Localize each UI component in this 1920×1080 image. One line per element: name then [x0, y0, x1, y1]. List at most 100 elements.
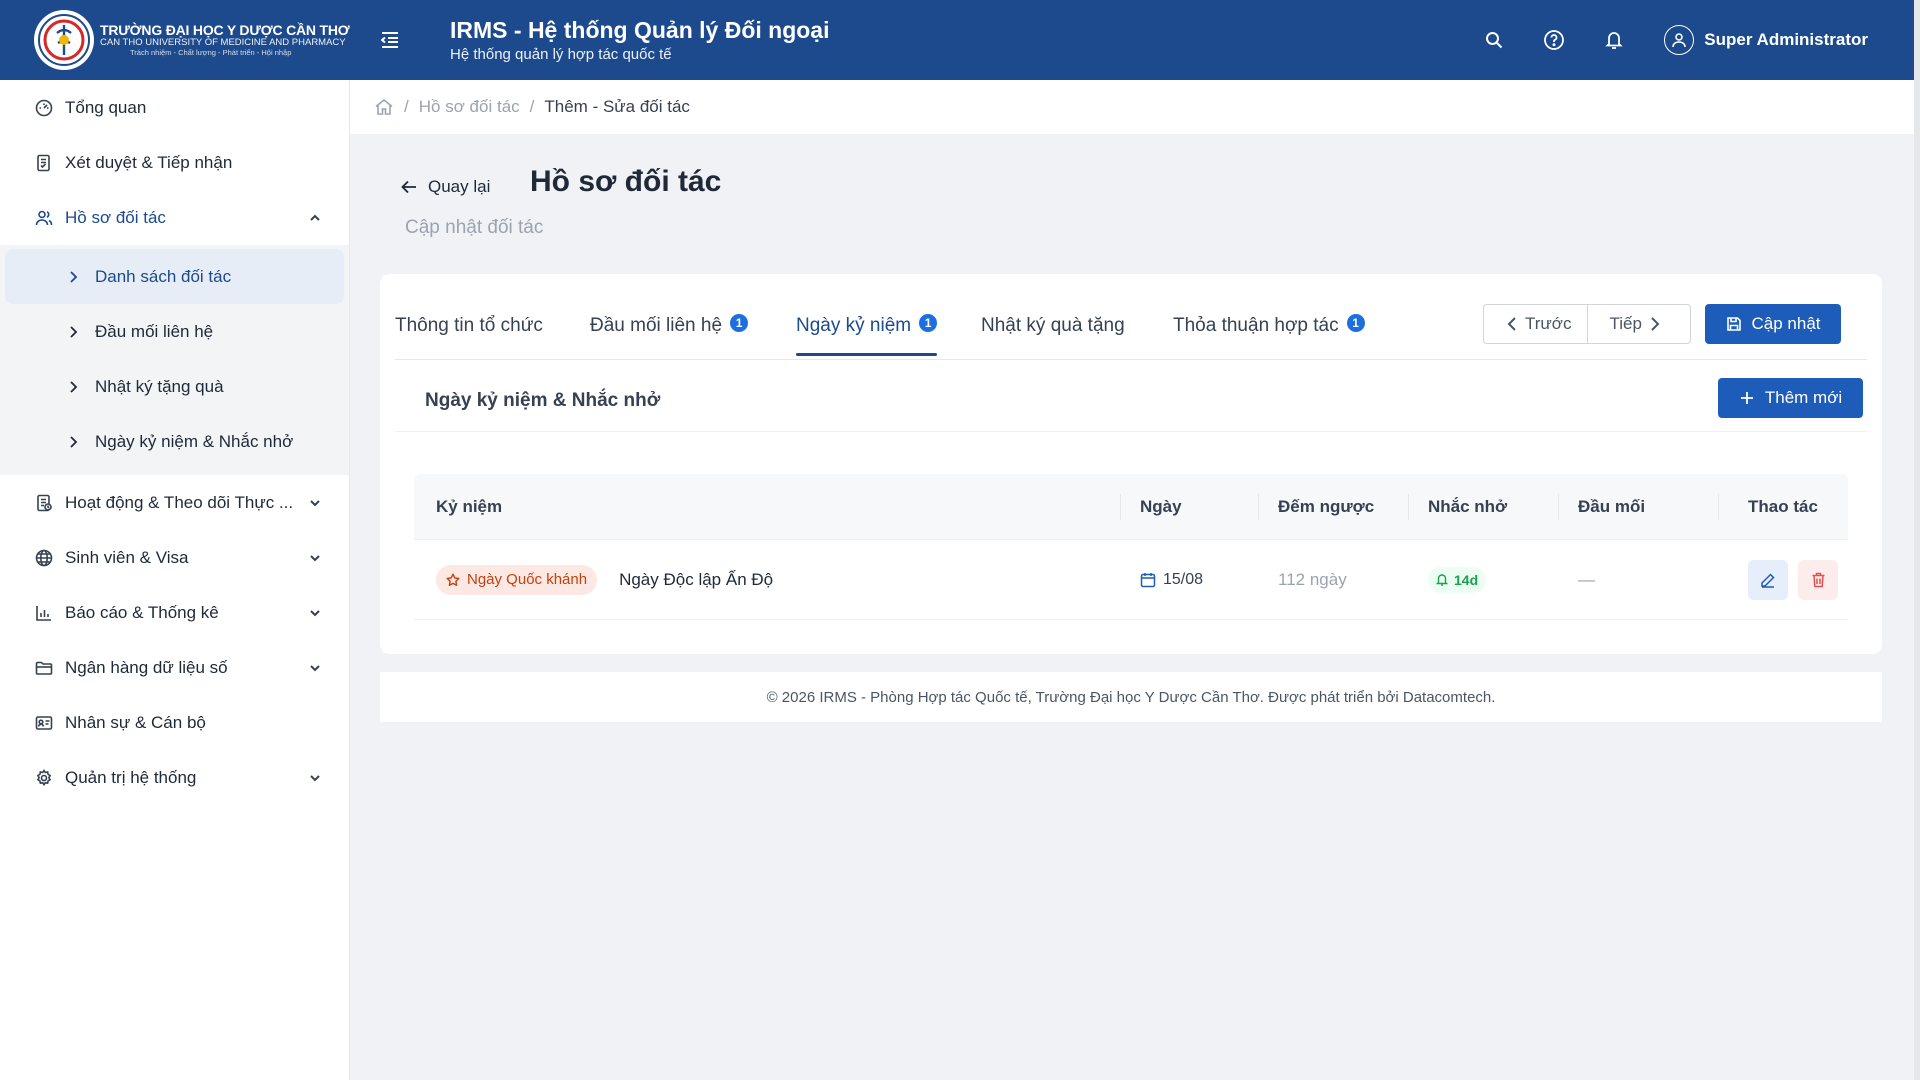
next-button[interactable]: Tiếp — [1586, 305, 1691, 343]
sidebar: Tổng quan Xét duyệt & Tiếp nhận Hồ sơ đố… — [0, 80, 350, 1080]
edit-button[interactable] — [1748, 559, 1788, 600]
tab-anniversaries[interactable]: Ngày kỷ niệm 1 — [796, 310, 938, 356]
partners-submenu: Danh sách đối tác Đầu mối liên hệ Nhật k… — [0, 245, 349, 475]
sidebar-item-activities[interactable]: Hoạt động & Theo dõi Thực ... — [0, 475, 349, 530]
bell-icon — [1436, 574, 1448, 586]
page-scrollbar[interactable] — [1914, 0, 1920, 1080]
chevron-right-icon — [70, 325, 78, 338]
notifications-button[interactable] — [1594, 20, 1634, 60]
brand[interactable]: TRƯỜNG ĐẠI HỌC Y DƯỢC CẦN THƠ CAN THO UN… — [0, 0, 350, 80]
chevron-right-icon — [70, 380, 78, 393]
count-badge: 1 — [919, 314, 938, 332]
tab-label: Nhật ký quà tặng — [981, 315, 1125, 336]
sidebar-item-label: Sinh viên & Visa — [65, 547, 189, 567]
cell-countdown: 112 ngày — [1258, 540, 1408, 619]
add-new-button[interactable]: Thêm mới — [1718, 378, 1863, 418]
previous-label: Trước — [1525, 314, 1572, 333]
chevron-left-icon — [1507, 317, 1516, 331]
gear-icon — [34, 768, 54, 788]
column-header-contact[interactable]: Đầu mối — [1558, 474, 1718, 539]
sidebar-item-system-admin[interactable]: Quản trị hệ thống — [0, 750, 349, 805]
previous-button[interactable]: Trước — [1484, 305, 1587, 343]
tab-gift-log[interactable]: Nhật ký quà tặng — [981, 310, 1125, 342]
search-icon — [1486, 32, 1503, 49]
app-subtitle: Hệ thống quản lý hợp tác quốc tế — [450, 46, 672, 63]
breadcrumb: / Hồ sơ đối tác / Thêm - Sửa đối tác — [350, 80, 1914, 134]
cell-date: 15/08 — [1120, 540, 1258, 619]
record-pager: Trước Tiếp — [1483, 304, 1691, 344]
column-header-reminder[interactable]: Nhắc nhở — [1408, 474, 1558, 539]
anniversaries-section-header: Ngày kỷ niệm & Nhắc nhở Thêm mới — [395, 368, 1867, 432]
delete-button[interactable] — [1798, 559, 1838, 600]
back-label: Quay lại — [428, 177, 491, 196]
update-button[interactable]: Cập nhật — [1705, 304, 1841, 344]
sidebar-subitem-partner-list[interactable]: Danh sách đối tác — [5, 249, 344, 304]
sidebar-subitem-label: Ngày kỷ niệm & Nhắc nhở — [95, 431, 294, 451]
home-icon[interactable] — [374, 98, 394, 116]
search-button[interactable] — [1474, 20, 1514, 60]
section-title: Ngày kỷ niệm & Nhắc nhở — [425, 390, 661, 411]
sidebar-item-partners[interactable]: Hồ sơ đối tác — [0, 190, 349, 245]
sidebar-item-label: Tổng quan — [65, 97, 147, 117]
help-button[interactable] — [1534, 20, 1574, 60]
chart-icon — [34, 603, 54, 623]
sidebar-item-label: Ngân hàng dữ liệu số — [65, 657, 228, 677]
activity-icon — [34, 493, 54, 513]
sidebar-subitem-label: Nhật ký tặng quà — [95, 376, 224, 396]
tab-organization-info[interactable]: Thông tin tổ chức — [395, 310, 543, 342]
breadcrumb-link-partners[interactable]: Hồ sơ đối tác — [419, 97, 520, 117]
countdown-value: 112 ngày — [1278, 569, 1347, 589]
edit-icon — [1761, 572, 1775, 588]
badge-label: Ngày Quốc khánh — [467, 571, 588, 588]
anniversary-name: Ngày Độc lập Ấn Độ — [619, 569, 774, 589]
column-header-countdown[interactable]: Đếm ngược — [1258, 474, 1408, 539]
column-header-anniversary[interactable]: Kỷ niệm — [414, 474, 1120, 539]
folder-icon — [34, 658, 54, 678]
brand-name: TRƯỜNG ĐẠI HỌC Y DƯỢC CẦN THƠ — [100, 22, 350, 39]
sidebar-item-label: Báo cáo & Thống kê — [65, 602, 219, 622]
user-icon — [1672, 33, 1687, 48]
sidebar-subitem-gift-log[interactable]: Nhật ký tặng quà — [0, 359, 349, 414]
user-name: Super Administrator — [1704, 30, 1868, 49]
brand-motto: Trách nhiệm - Chất lượng - Phát triển - … — [130, 48, 292, 58]
tabs: Thông tin tổ chức Đầu mối liên hệ 1 Ngày… — [395, 274, 1867, 360]
sidebar-item-staff[interactable]: Nhân sự & Cán bộ — [0, 695, 349, 750]
tab-label: Ngày kỷ niệm — [796, 315, 912, 336]
globe-icon — [34, 548, 54, 568]
cell-reminder: 14d — [1408, 540, 1558, 619]
status-badge: Ngày Quốc khánh — [436, 564, 598, 595]
sidebar-item-reports[interactable]: Báo cáo & Thống kê — [0, 585, 349, 640]
table-row[interactable]: Ngày Quốc khánh Ngày Độc lập Ấn Độ 15/08… — [414, 540, 1848, 620]
help-icon — [1544, 30, 1565, 50]
menu-toggle-button[interactable] — [370, 20, 410, 60]
column-header-date[interactable]: Ngày — [1120, 474, 1258, 539]
user-menu[interactable]: Super Administrator — [1664, 25, 1868, 55]
sidebar-item-overview[interactable]: Tổng quan — [0, 80, 349, 135]
chevron-right-icon — [70, 435, 78, 448]
cell-actions — [1718, 540, 1848, 619]
sidebar-item-students-visa[interactable]: Sinh viên & Visa — [0, 530, 349, 585]
approval-icon — [34, 153, 54, 173]
sidebar-subitem-anniversaries[interactable]: Ngày kỷ niệm & Nhắc nhở — [0, 414, 349, 469]
chevron-down-icon — [310, 774, 320, 781]
next-label: Tiếp — [1609, 314, 1642, 333]
arrow-left-icon — [401, 180, 416, 194]
tab-agreements[interactable]: Thỏa thuận hợp tác 1 — [1173, 310, 1365, 342]
chevron-down-icon — [310, 609, 320, 616]
page-subtitle: Cập nhật đối tác — [405, 217, 544, 238]
sidebar-item-data-bank[interactable]: Ngân hàng dữ liệu số — [0, 640, 349, 695]
count-badge: 1 — [1346, 314, 1365, 332]
sidebar-item-approval[interactable]: Xét duyệt & Tiếp nhận — [0, 135, 349, 190]
tab-contacts[interactable]: Đầu mối liên hệ 1 — [590, 310, 749, 342]
dashboard-icon — [34, 98, 54, 118]
chevron-up-icon — [310, 214, 320, 221]
breadcrumb-separator: / — [529, 97, 535, 116]
back-button[interactable]: Quay lại — [400, 177, 490, 197]
add-new-label: Thêm mới — [1764, 388, 1843, 407]
contact-value: — — [1578, 569, 1595, 589]
chevron-right-icon — [1651, 317, 1660, 331]
sidebar-subitem-label: Danh sách đối tác — [95, 266, 232, 286]
save-icon — [1726, 317, 1741, 331]
sidebar-subitem-contacts[interactable]: Đầu mối liên hệ — [0, 304, 349, 359]
chevron-right-icon — [70, 270, 78, 283]
